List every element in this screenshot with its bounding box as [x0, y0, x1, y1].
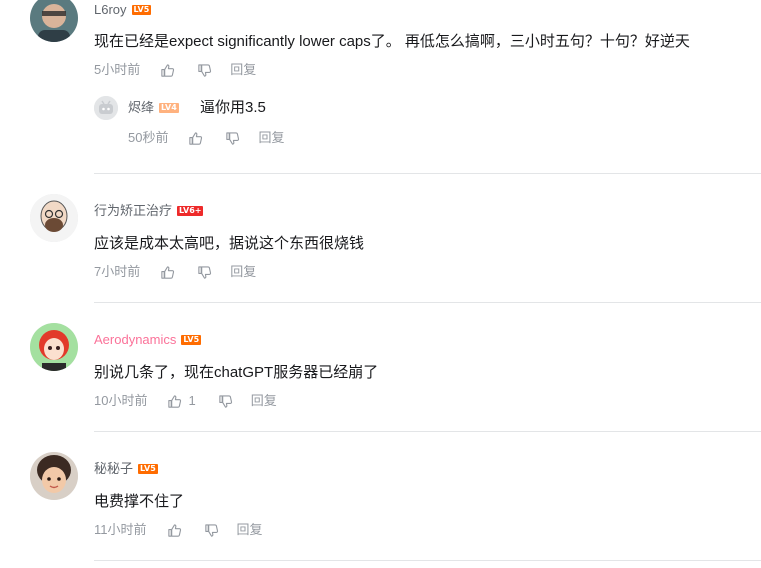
- reply-username[interactable]: 烬绛 LV4: [128, 100, 179, 116]
- thumb-up-icon: [189, 131, 203, 145]
- thumb-down-icon: [226, 131, 240, 145]
- dislike-button[interactable]: [218, 394, 233, 409]
- comment-meta: 10小时前 1 回复: [94, 393, 277, 409]
- thumb-down-icon: [198, 265, 212, 279]
- thumb-up-icon: [161, 265, 175, 279]
- comment-divider: [94, 302, 761, 303]
- dislike-button[interactable]: [197, 265, 212, 280]
- username[interactable]: L6roy LV5: [94, 2, 152, 18]
- username[interactable]: Aerodynamics LV5: [94, 332, 202, 348]
- thumb-up-icon: [168, 394, 182, 408]
- avatar[interactable]: [30, 452, 78, 500]
- comment-divider: [94, 560, 761, 561]
- avatar[interactable]: [30, 194, 78, 242]
- like-button[interactable]: [188, 131, 203, 146]
- user-avatar-image: [30, 452, 78, 500]
- thumb-down-icon: [198, 63, 212, 77]
- reply-meta: 50秒前 回复: [128, 130, 284, 146]
- thumb-down-icon: [204, 523, 218, 537]
- thumb-up-icon: [161, 63, 175, 77]
- like-button[interactable]: [160, 63, 175, 78]
- default-avatar-image: [94, 96, 118, 120]
- like-button[interactable]: [160, 265, 175, 280]
- reply-text: 逼你用3.5: [200, 99, 266, 116]
- comment-time: 11小时前: [94, 522, 147, 537]
- avatar[interactable]: [30, 0, 78, 42]
- reply-button[interactable]: 回复: [230, 62, 256, 78]
- avatar[interactable]: [30, 323, 78, 371]
- comment-text: 现在已经是expect significantly lower caps了。 再…: [94, 33, 690, 50]
- comment-text: 电费撑不住了: [94, 493, 185, 510]
- comment-divider: [94, 173, 761, 174]
- comment-divider: [94, 431, 761, 432]
- comment-meta: 5小时前 回复: [94, 62, 256, 78]
- thumb-down-icon: [219, 394, 232, 408]
- level-badge: LV5: [131, 4, 152, 15]
- username[interactable]: 秘秘子 LV5: [94, 461, 158, 477]
- like-button[interactable]: [167, 523, 182, 538]
- like-count: 1: [188, 393, 196, 408]
- reply-avatar[interactable]: [94, 96, 118, 120]
- level-badge: LV5: [138, 463, 158, 474]
- dislike-button[interactable]: [204, 523, 219, 538]
- comment-text: 应该是成本太高吧，据说这个东西很烧钱: [94, 235, 365, 252]
- comment-text: 别说几条了，现在chatGPT服务器已经崩了: [94, 364, 379, 381]
- reply-button[interactable]: 回复: [230, 264, 256, 280]
- reply-button[interactable]: 回复: [258, 130, 284, 146]
- comment-meta: 11小时前 回复: [94, 522, 263, 538]
- reply-button[interactable]: 回复: [237, 522, 263, 538]
- level-badge: LV4: [159, 102, 179, 113]
- comment-time: 10小时前: [94, 393, 148, 408]
- like-button[interactable]: 1: [167, 393, 196, 409]
- comment-meta: 7小时前 回复: [94, 264, 256, 280]
- reply-button[interactable]: 回复: [251, 393, 277, 409]
- reply-time: 50秒前: [128, 130, 169, 145]
- dislike-button[interactable]: [225, 131, 240, 146]
- dislike-button[interactable]: [197, 63, 212, 78]
- thumb-up-icon: [167, 523, 181, 537]
- user-avatar-image: [30, 0, 78, 42]
- username[interactable]: 行为矫正治疗 LV6+: [94, 203, 204, 219]
- user-avatar-image: [30, 323, 78, 371]
- level-badge: LV6+: [177, 205, 204, 216]
- user-avatar-image: [30, 194, 78, 242]
- level-badge: LV5: [181, 334, 202, 345]
- comment-time: 5小时前: [94, 62, 141, 77]
- comment-time: 7小时前: [94, 264, 141, 279]
